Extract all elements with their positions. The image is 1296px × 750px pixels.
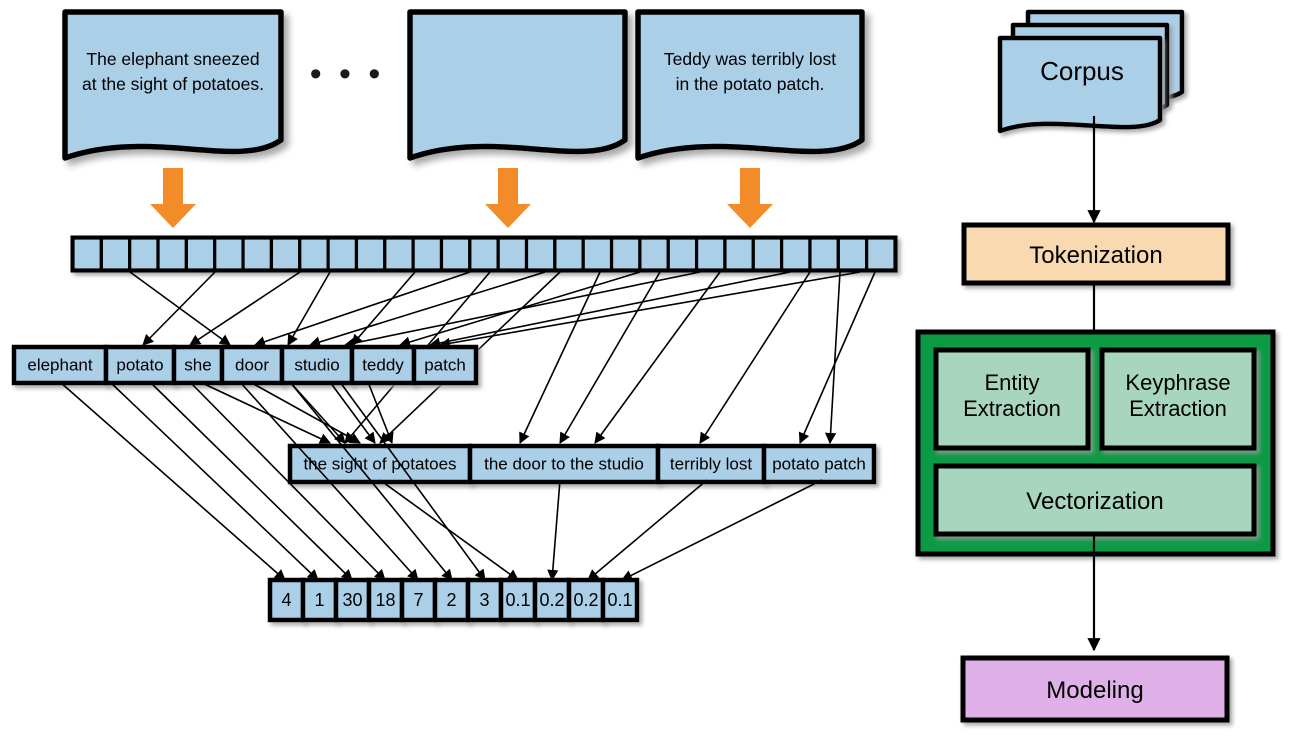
feature-vector[interactable]: 4 1 30 18 7 2 3 0.1 0.2 0.2 0.1 bbox=[267, 577, 640, 623]
token-strip-cell[interactable] bbox=[354, 236, 387, 272]
token-box-label: elephant bbox=[27, 355, 93, 374]
document-1-line-1: The elephant sneezed bbox=[86, 49, 259, 69]
vector-cell-value: 18 bbox=[375, 590, 395, 610]
corpus-stack[interactable]: Corpus bbox=[997, 9, 1185, 134]
vector-cell-value: 1 bbox=[314, 590, 324, 610]
vector-cell-value: 4 bbox=[281, 590, 291, 610]
keyphrase-box-label: the door to the studio bbox=[484, 454, 644, 473]
entity-extraction-line-1: Entity bbox=[984, 370, 1039, 395]
token-box-label: teddy bbox=[362, 355, 404, 374]
document-card-2[interactable] bbox=[407, 9, 628, 161]
token-strip-cell[interactable] bbox=[581, 236, 614, 272]
vector-cell[interactable]: 18 bbox=[366, 577, 405, 623]
token-box-label: studio bbox=[294, 355, 339, 374]
token-strip-cell[interactable] bbox=[808, 236, 840, 272]
pipeline-diagram: The elephant sneezed at the sight of pot… bbox=[11, 9, 1276, 723]
token-strip-cell[interactable] bbox=[269, 236, 302, 272]
keyphrase-box[interactable]: the door to the studio bbox=[467, 443, 661, 485]
vector-cell[interactable]: 3 bbox=[465, 577, 504, 623]
token-strip-cell[interactable] bbox=[638, 236, 670, 272]
token-strip-cell[interactable] bbox=[156, 236, 188, 272]
keyphrase-box[interactable]: terribly lost bbox=[655, 443, 767, 485]
token-box[interactable]: elephant bbox=[11, 344, 109, 386]
token-strip-cell[interactable] bbox=[184, 236, 217, 272]
token-strip-cell[interactable] bbox=[411, 236, 444, 272]
vector-cell-value: 0.2 bbox=[573, 590, 598, 610]
vector-cell-value: 30 bbox=[342, 590, 362, 610]
tokenization-label: Tokenization bbox=[1029, 242, 1162, 269]
token-strip-cell[interactable] bbox=[71, 236, 103, 272]
vector-cell[interactable]: 0.2 bbox=[532, 577, 572, 623]
keyphrases-to-vector-connectors bbox=[379, 479, 823, 582]
document-3-line-1: Teddy was terribly lost bbox=[664, 49, 836, 69]
vector-cell[interactable]: 1 bbox=[300, 577, 339, 623]
entity-extraction-line-2: Extraction bbox=[963, 396, 1061, 421]
token-box[interactable]: potato bbox=[103, 344, 177, 386]
diagram-canvas: The elephant sneezed at the sight of pot… bbox=[0, 0, 1296, 750]
vectorization-label: Vectorization bbox=[1026, 488, 1163, 515]
vector-cell-value: 0.2 bbox=[539, 590, 564, 610]
keyphrase-box-label: the sight of potatoes bbox=[303, 454, 456, 473]
token-strip-cell[interactable] bbox=[666, 236, 699, 272]
corpus-label: Corpus bbox=[1040, 56, 1124, 86]
keyphrase-box[interactable]: potato patch bbox=[761, 443, 877, 485]
keyphrase-box-label: potato patch bbox=[772, 454, 866, 473]
document-1-line-2: at the sight of potatoes. bbox=[82, 74, 264, 94]
token-box-label: she bbox=[184, 355, 211, 374]
token-box-label: door bbox=[235, 355, 269, 374]
vector-cell-value: 0.1 bbox=[607, 590, 632, 610]
document-3-line-2: in the potato patch. bbox=[676, 74, 825, 94]
token-strip-cell[interactable] bbox=[836, 236, 869, 272]
token-strip[interactable] bbox=[70, 235, 898, 273]
vector-cell-value: 7 bbox=[413, 590, 423, 610]
token-strip-cell[interactable] bbox=[751, 236, 784, 272]
ellipsis-label: • • • bbox=[310, 55, 385, 93]
token-strip-cell[interactable] bbox=[298, 236, 330, 272]
orange-arrow-3 bbox=[727, 168, 773, 228]
vector-cell-value: 3 bbox=[479, 590, 489, 610]
token-strip-cell[interactable] bbox=[128, 236, 160, 272]
keyphrase-extraction-line-2: Extraction bbox=[1129, 396, 1227, 421]
token-strip-cell[interactable] bbox=[241, 236, 274, 272]
vector-cell[interactable]: 2 bbox=[432, 577, 471, 623]
keyphrase-box-label: terribly lost bbox=[670, 454, 752, 473]
vector-cell-value: 2 bbox=[446, 590, 456, 610]
keyphrase-extraction-line-1: Keyphrase bbox=[1125, 370, 1230, 395]
token-box[interactable]: studio bbox=[279, 344, 355, 386]
token-strip-cell[interactable] bbox=[213, 236, 245, 272]
token-strip-cell[interactable] bbox=[326, 236, 359, 272]
token-strip-cell[interactable] bbox=[439, 236, 472, 272]
vector-cell[interactable]: 0.1 bbox=[600, 577, 640, 623]
token-box-label: potato bbox=[116, 355, 163, 374]
token-box[interactable]: teddy bbox=[349, 344, 417, 386]
keyphrase-box-list[interactable]: the sight of potatoes the door to the stu… bbox=[287, 443, 877, 485]
orange-arrow-2 bbox=[485, 168, 531, 228]
token-box[interactable]: she bbox=[171, 344, 225, 386]
keyphrase-box[interactable]: the sight of potatoes bbox=[287, 443, 473, 485]
token-box-label: patch bbox=[424, 355, 466, 374]
modeling-label: Modeling bbox=[1046, 677, 1143, 704]
vector-cell[interactable]: 7 bbox=[399, 577, 438, 623]
token-strip-cell[interactable] bbox=[723, 236, 755, 272]
vector-cell[interactable]: 4 bbox=[267, 577, 306, 623]
token-strip-cell[interactable] bbox=[99, 236, 132, 272]
orange-arrow-1 bbox=[150, 168, 196, 228]
token-strip-cell[interactable] bbox=[468, 236, 500, 272]
document-shape bbox=[407, 9, 628, 161]
token-box[interactable]: door bbox=[219, 344, 285, 386]
token-strip-cell[interactable] bbox=[496, 236, 529, 272]
token-strip-cell[interactable] bbox=[524, 236, 557, 272]
vector-cell-value: 0.1 bbox=[505, 590, 530, 610]
token-strip-cell[interactable] bbox=[553, 236, 585, 272]
vector-cell[interactable]: 0.1 bbox=[498, 577, 538, 623]
token-box[interactable]: patch bbox=[411, 344, 479, 386]
token-strip-cell[interactable] bbox=[383, 236, 415, 272]
vector-cell[interactable]: 30 bbox=[333, 577, 372, 623]
token-strip-cell[interactable] bbox=[694, 236, 727, 272]
token-strip-cell[interactable] bbox=[865, 236, 897, 272]
token-box-list[interactable]: elephant potato she door studio teddy patch bbox=[11, 344, 479, 386]
token-strip-cell[interactable] bbox=[609, 236, 642, 272]
token-strip-cell[interactable] bbox=[780, 236, 812, 272]
vector-cell[interactable]: 0.2 bbox=[566, 577, 606, 623]
